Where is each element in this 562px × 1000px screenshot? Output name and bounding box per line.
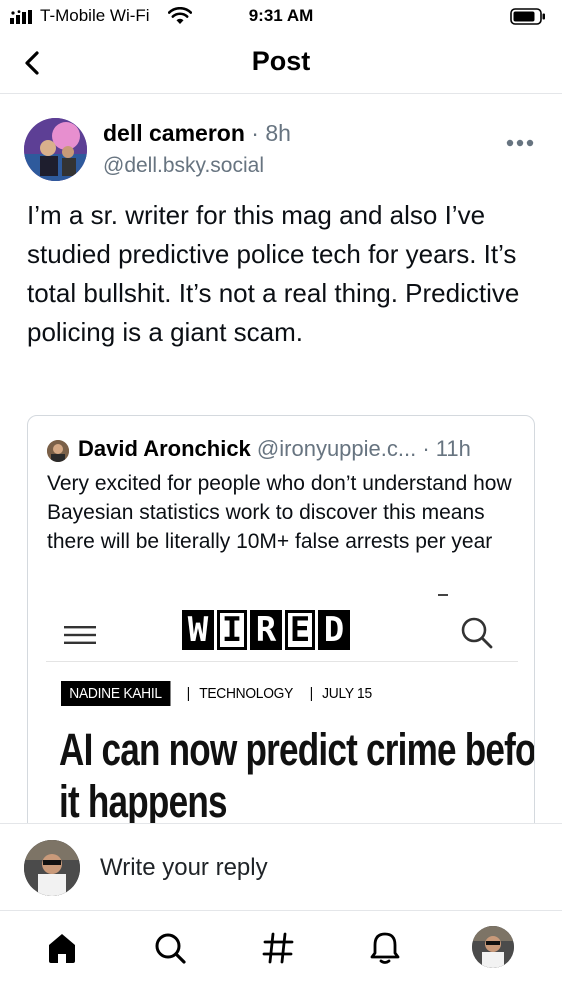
home-icon[interactable] xyxy=(44,930,80,966)
reply-composer-bar[interactable]: Write your reply xyxy=(0,823,562,911)
quoted-post-time: 11h xyxy=(435,436,471,461)
byline-separator: | xyxy=(309,684,314,702)
bottom-tab-bar xyxy=(0,912,562,1000)
status-bar: T-Mobile Wi-Fi 9:31 AM xyxy=(0,0,562,34)
search-icon[interactable] xyxy=(152,930,188,966)
image-artifact xyxy=(438,594,448,596)
author-handle[interactable]: @dell.bsky.social xyxy=(103,154,264,178)
article-author-tag: NADINE KAHIL xyxy=(61,680,171,706)
article-date: JULY 15 xyxy=(322,684,372,702)
more-options-icon[interactable] xyxy=(506,138,534,148)
quoted-author-line: David Aronchick @ironyuppie.c... · 11h xyxy=(78,436,471,462)
post-separator: · xyxy=(244,120,266,146)
article-screenshot: W I R E D NADINE KAHIL | TECHNOLOGY | JU… xyxy=(28,588,535,844)
quoted-author-handle: @ironyuppie.c... xyxy=(256,436,417,461)
notifications-icon[interactable] xyxy=(367,930,403,966)
post-text: I’m a sr. writer for this mag and also I… xyxy=(27,200,520,347)
article-section: TECHNOLOGY xyxy=(199,684,294,702)
top-header: Post xyxy=(0,34,562,94)
headline-line-2: it happens xyxy=(59,776,228,827)
post-time: 8h xyxy=(265,120,291,146)
wired-logo: W I R E D xyxy=(182,610,350,650)
quoted-post-text: Very excited for people who don’t unders… xyxy=(47,472,512,553)
post-author-line: dell cameron · 8h xyxy=(103,120,291,147)
article-byline: NADINE KAHIL | TECHNOLOGY | JULY 15 xyxy=(61,680,372,706)
article-divider xyxy=(46,661,518,662)
profile-avatar[interactable] xyxy=(472,926,514,968)
headline-line-1: AI can now predict crime before xyxy=(59,724,535,775)
quoted-author-name: David Aronchick xyxy=(78,436,251,461)
quoted-separator: · xyxy=(416,436,436,461)
battery-icon xyxy=(510,8,545,25)
reply-input-placeholder[interactable]: Write your reply xyxy=(100,854,268,882)
byline-separator: | xyxy=(186,684,191,702)
article-search-icon xyxy=(461,617,493,649)
my-avatar xyxy=(24,840,80,896)
article-headline: AI can now predict crime before it happe… xyxy=(59,724,535,828)
status-time: 9:31 AM xyxy=(248,6,314,25)
quoted-author-avatar xyxy=(47,440,69,462)
author-name[interactable]: dell cameron xyxy=(103,120,245,146)
hamburger-menu-icon xyxy=(64,626,96,644)
author-avatar[interactable] xyxy=(24,118,87,181)
quoted-post-card[interactable]: David Aronchick @ironyuppie.c... · 11h V… xyxy=(27,415,535,845)
hashtag-icon[interactable] xyxy=(260,930,296,966)
page-title: Post xyxy=(251,46,311,76)
